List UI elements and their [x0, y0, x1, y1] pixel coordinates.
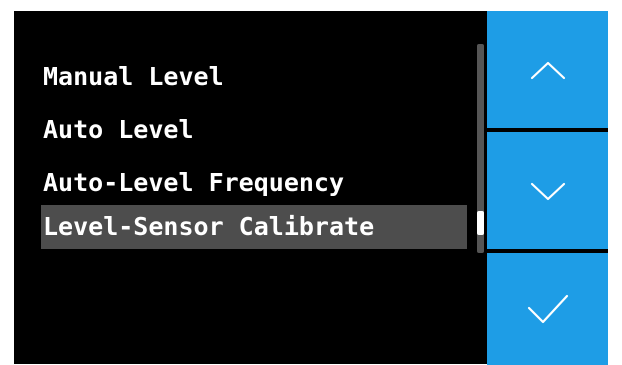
menu-item-auto-level[interactable]: Auto Level: [41, 108, 467, 152]
settings-menu: Manual Level Auto Level Auto-Level Frequ…: [14, 11, 494, 364]
checkmark-icon: [527, 294, 568, 324]
chevron-up-icon: [530, 61, 565, 79]
scrollbar[interactable]: [477, 44, 484, 253]
scroll-up-button[interactable]: [487, 11, 608, 128]
confirm-button[interactable]: [487, 253, 608, 365]
chevron-down-icon: [530, 182, 565, 200]
scroll-down-button[interactable]: [487, 132, 608, 249]
menu-item-auto-level-frequency[interactable]: Auto-Level Frequency: [41, 161, 467, 205]
menu-item-manual-level[interactable]: Manual Level: [41, 55, 467, 99]
scrollbar-thumb[interactable]: [477, 211, 484, 235]
menu-item-level-sensor-calibrate[interactable]: Level-Sensor Calibrate: [41, 205, 467, 249]
